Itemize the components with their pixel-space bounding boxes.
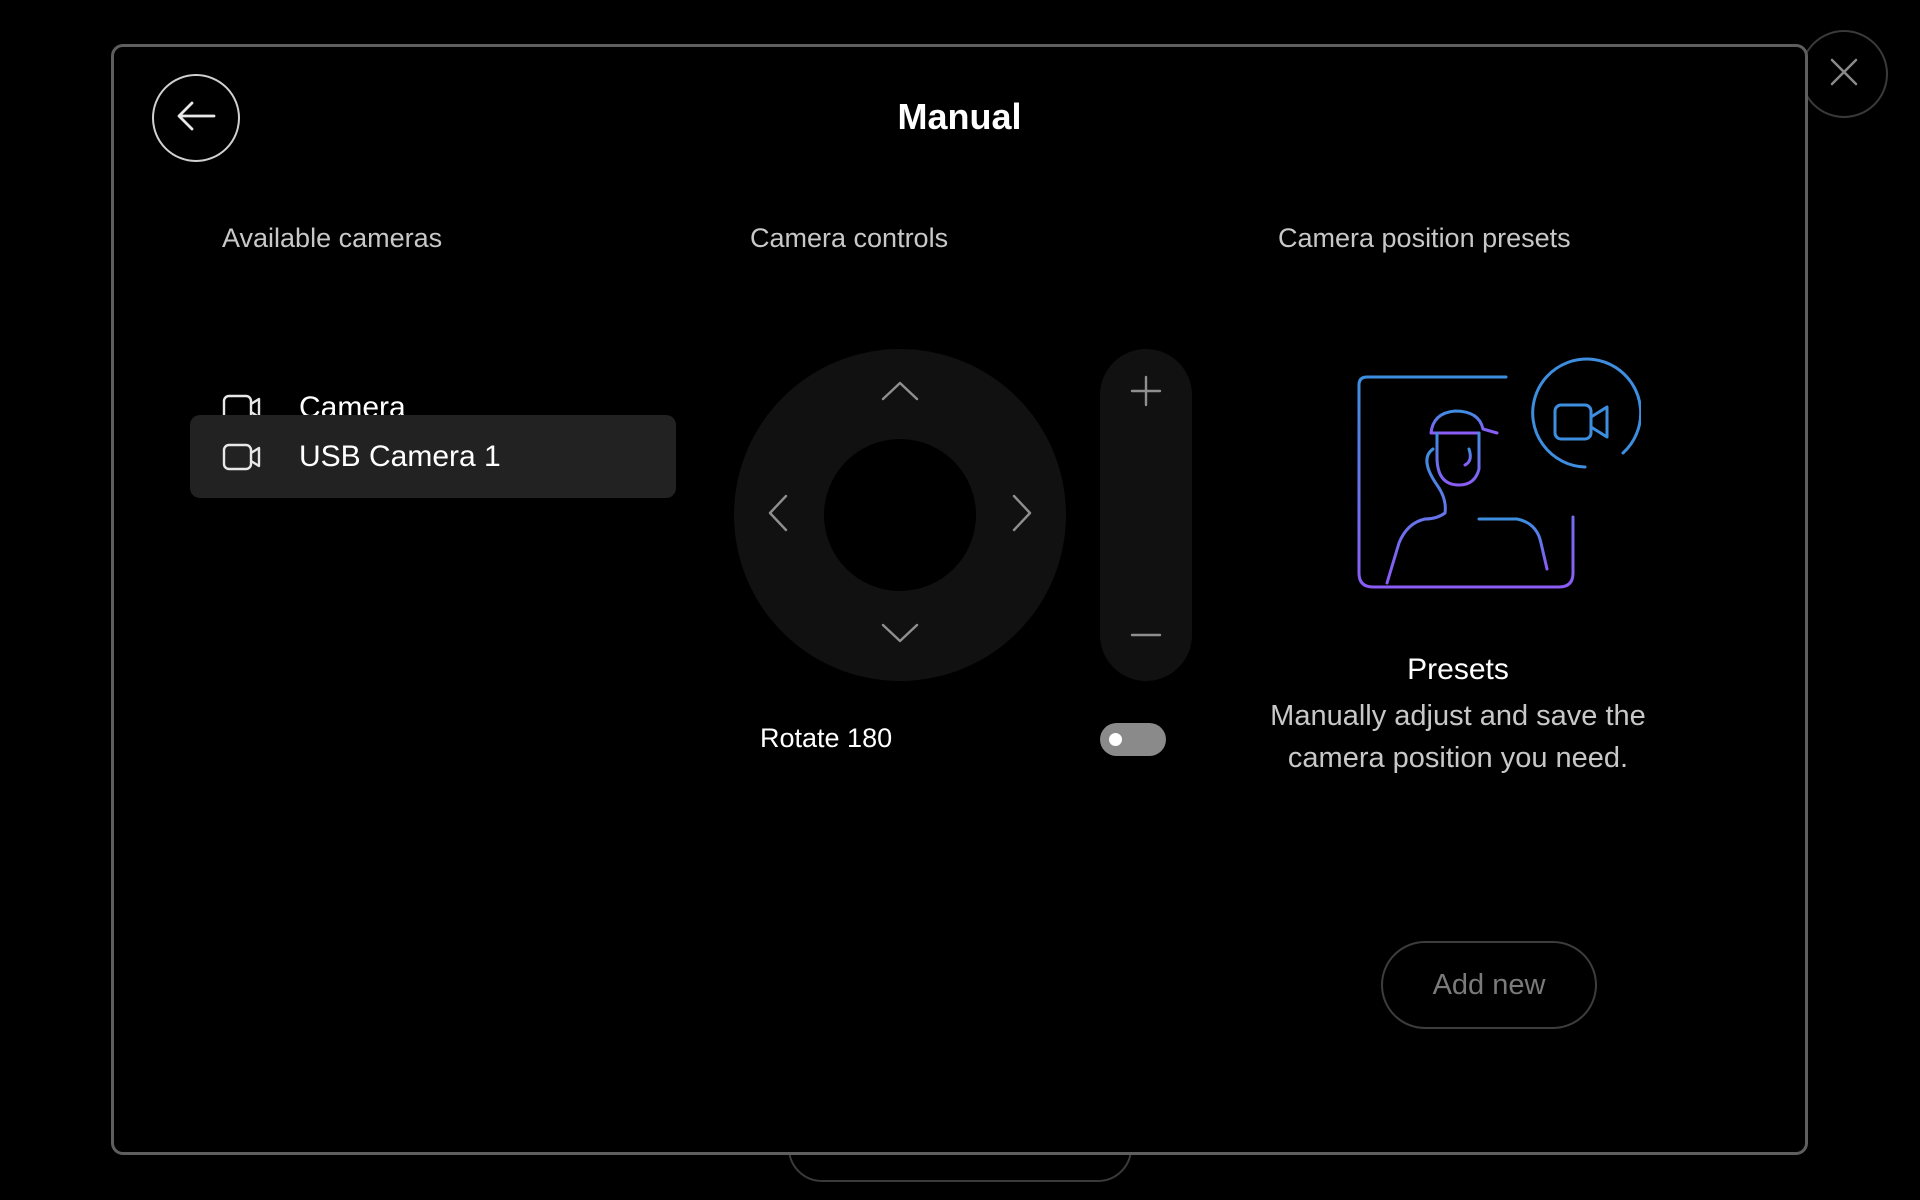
tilt-up-button[interactable] (878, 371, 922, 415)
chevron-down-icon (880, 621, 920, 650)
presets-description: Manually adjust and save the camera posi… (1256, 695, 1660, 779)
camera-list-item-label: USB Camera 1 (299, 439, 501, 473)
video-camera-icon (222, 442, 262, 472)
presets-title: Presets (1407, 653, 1509, 686)
pan-right-button[interactable] (1000, 493, 1044, 537)
plus-icon (1130, 375, 1162, 412)
pan-left-button[interactable] (756, 493, 800, 537)
camera-list-item-usb-camera-1[interactable]: USB Camera 1 (190, 415, 676, 498)
presets-description-line-2: camera position you need. (1287, 742, 1629, 774)
chevron-left-icon (766, 493, 790, 538)
presets-illustration (1341, 357, 1643, 597)
camera-controls-heading: Camera controls (750, 223, 949, 253)
rotate-180-label: Rotate 180 (760, 723, 893, 753)
toggle-knob (1109, 733, 1122, 746)
dialog-title: Manual (897, 96, 1022, 137)
manual-camera-dialog: Manual Available cameras Camera controls… (111, 44, 1808, 1155)
chevron-up-icon (880, 379, 920, 408)
dpad-center[interactable] (824, 439, 976, 591)
close-button[interactable] (1800, 30, 1888, 118)
pan-tilt-dpad (734, 349, 1066, 681)
tilt-down-button[interactable] (878, 613, 922, 657)
zoom-in-button[interactable] (1124, 371, 1168, 415)
rotate-180-toggle[interactable] (1100, 723, 1166, 756)
presets-description-line-1: Manually adjust and save the (1270, 700, 1646, 732)
add-new-preset-button[interactable]: Add new (1381, 941, 1597, 1029)
zoom-out-button[interactable] (1124, 615, 1168, 659)
chevron-right-icon (1010, 493, 1034, 538)
available-cameras-heading: Available cameras (222, 223, 443, 253)
close-icon (1829, 57, 1859, 92)
camera-presets-heading: Camera position presets (1278, 223, 1571, 253)
minus-icon (1130, 619, 1162, 656)
zoom-control (1100, 349, 1192, 681)
